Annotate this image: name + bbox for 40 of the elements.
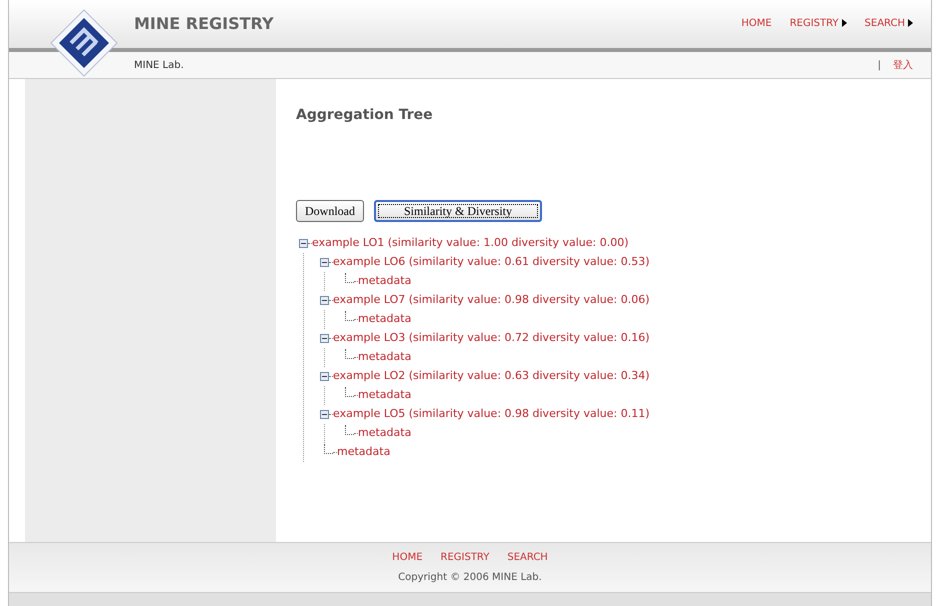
- collapse-icon[interactable]: [320, 372, 329, 381]
- nav-link[interactable]: REGISTRY: [790, 16, 847, 30]
- tree-connector-icon: [345, 424, 354, 434]
- separator-text: |: [878, 58, 881, 72]
- copyright-text: Copyright © 2006 MINE Lab.: [398, 571, 542, 585]
- collapse-icon[interactable]: [320, 258, 329, 267]
- tree-item-link[interactable]: example LO7 (similarity value: 0.98 diversity value: 0.06): [333, 292, 650, 309]
- nav-link[interactable]: SEARCH: [864, 16, 913, 30]
- tree-item-link[interactable]: example LO2 (similarity value: 0.63 diversity value: 0.34): [333, 368, 650, 385]
- collapse-icon[interactable]: [320, 334, 329, 343]
- footer-link[interactable]: SEARCH: [507, 550, 548, 565]
- tree-item-link[interactable]: example LO3 (similarity value: 0.72 diversity value: 0.16): [333, 330, 650, 347]
- site-title: MINE REGISTRY: [134, 13, 274, 35]
- login-link[interactable]: 登入: [893, 58, 913, 72]
- collapse-icon[interactable]: [299, 239, 308, 248]
- nav-link[interactable]: HOME: [741, 16, 772, 30]
- tree-item-link[interactable]: metadata: [358, 387, 412, 404]
- tree-connector-icon: [345, 310, 354, 320]
- action-button[interactable]: Similarity & Diversity: [374, 200, 542, 222]
- tree-item-link[interactable]: example LO5 (similarity value: 0.98 diversity value: 0.11): [333, 406, 650, 423]
- page-heading: Aggregation Tree: [296, 106, 434, 125]
- tree-item-link[interactable]: example LO6 (similarity value: 0.61 diversity value: 0.53): [333, 254, 650, 271]
- triangle-icon: [908, 19, 913, 27]
- collapse-icon[interactable]: [320, 410, 329, 419]
- tree-item-link[interactable]: metadata: [358, 425, 412, 442]
- footer-link[interactable]: HOME: [392, 550, 423, 565]
- footer-link[interactable]: REGISTRY: [440, 550, 490, 565]
- action-button[interactable]: Download: [296, 200, 364, 222]
- subtitle: MINE Lab.: [134, 58, 184, 72]
- tree-item-link[interactable]: metadata: [358, 273, 412, 290]
- tree-connector-icon: [345, 272, 354, 282]
- tree-connector-icon: [324, 444, 333, 454]
- tree-item-link[interactable]: example LO1 (similarity value: 1.00 diversity value: 0.00): [312, 235, 628, 252]
- triangle-icon: [842, 19, 847, 27]
- collapse-icon[interactable]: [320, 296, 329, 305]
- tree-item-link[interactable]: metadata: [358, 311, 412, 328]
- tree-connector-icon: [345, 348, 354, 358]
- tree-connector-icon: [345, 386, 354, 396]
- tree-item-link[interactable]: metadata: [337, 444, 390, 461]
- tree-item-link[interactable]: metadata: [358, 349, 412, 366]
